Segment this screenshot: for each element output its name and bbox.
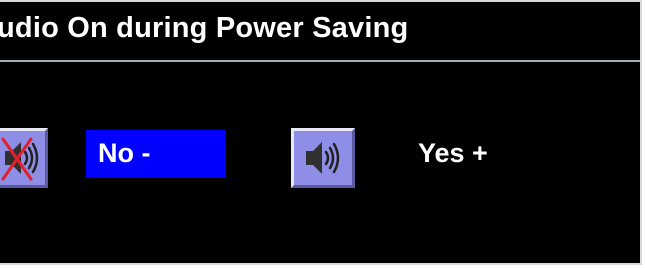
option-yes-button[interactable]: Yes +: [418, 138, 488, 169]
osd-panel: udio On during Power Saving No - Yes +: [0, 0, 642, 265]
title-bar: udio On during Power Saving: [0, 2, 640, 62]
speaker-muted-icon[interactable]: [0, 128, 48, 188]
page-title: udio On during Power Saving: [0, 12, 409, 44]
speaker-on-icon[interactable]: [291, 128, 355, 188]
osd-window: udio On during Power Saving No - Yes +: [0, 0, 645, 268]
option-no-button[interactable]: No -: [86, 130, 226, 178]
